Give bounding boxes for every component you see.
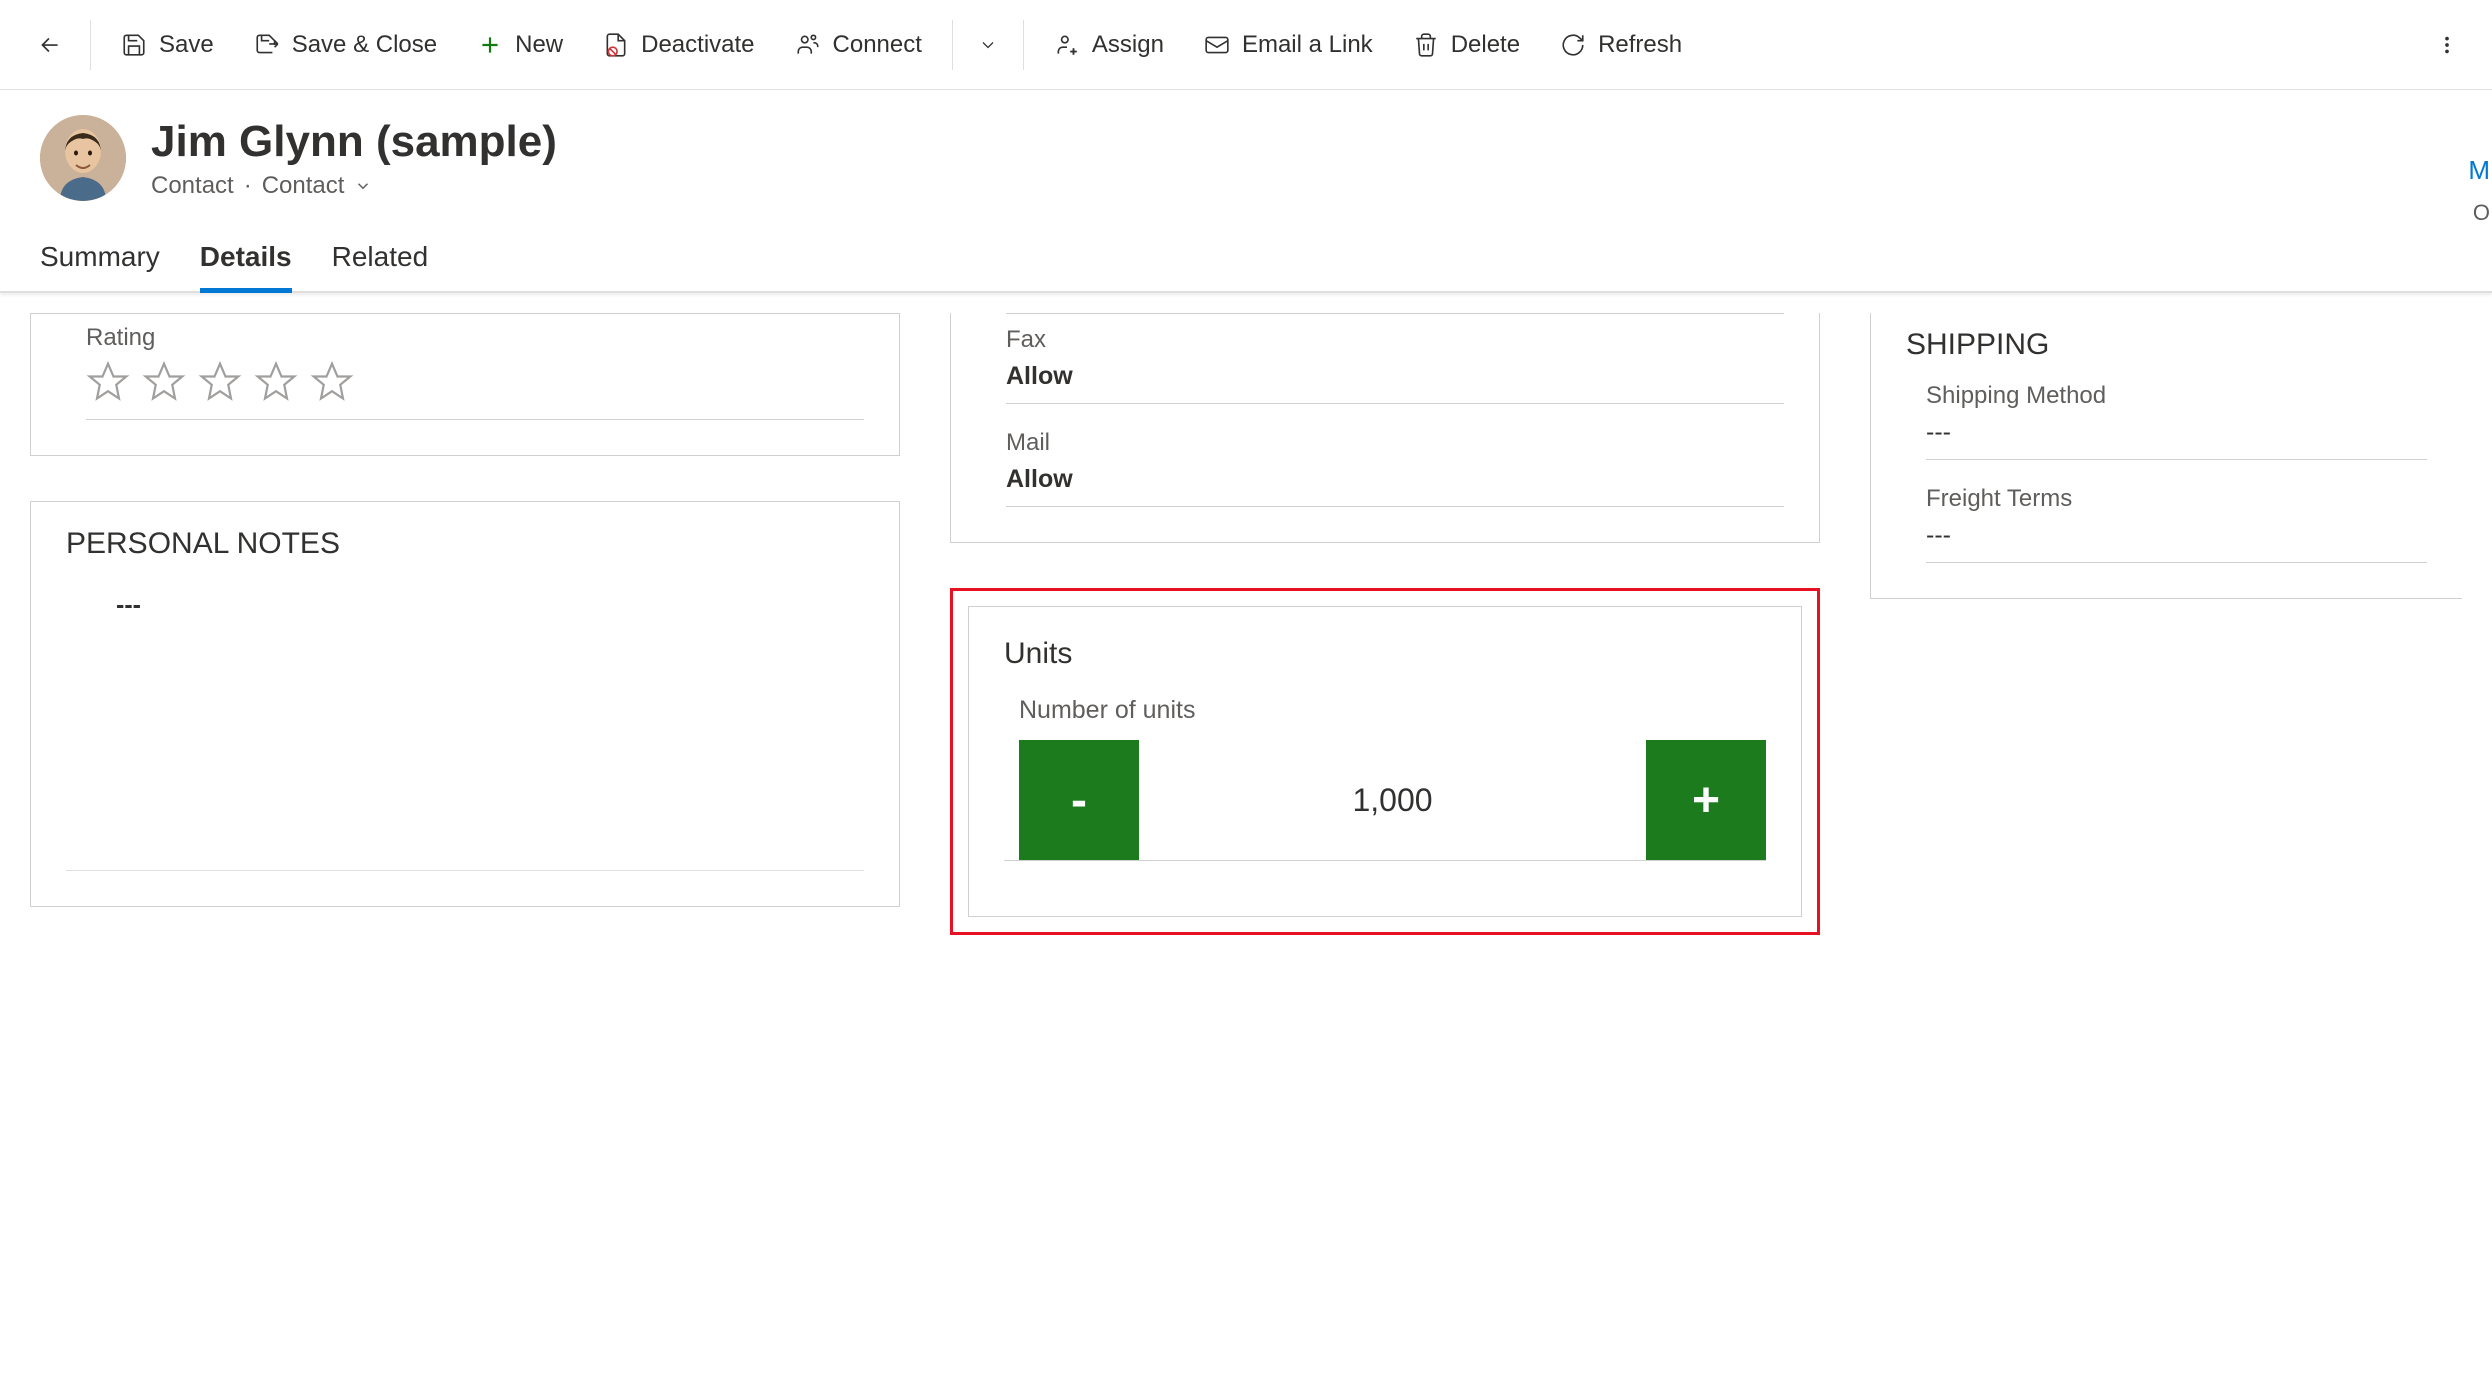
shipping-title: SHIPPING [1906, 328, 2427, 362]
units-title: Units [1004, 637, 1766, 671]
rating-label: Rating [86, 324, 864, 352]
personal-notes-value[interactable]: --- [66, 581, 864, 871]
units-stepper: - 1,000 + [1004, 740, 1766, 861]
delete-button[interactable]: Delete [1393, 15, 1540, 75]
shipping-method-label: Shipping Method [1926, 382, 2427, 410]
separator [1023, 20, 1024, 70]
new-button[interactable]: New [457, 15, 583, 75]
record-header: Jim Glynn (sample) Contact · Contact [0, 90, 2492, 211]
star-icon[interactable] [254, 360, 298, 404]
save-close-icon [254, 32, 280, 58]
delete-label: Delete [1451, 31, 1520, 59]
arrow-left-icon [37, 32, 63, 58]
save-close-label: Save & Close [292, 31, 437, 59]
email-link-label: Email a Link [1242, 31, 1373, 59]
fax-label: Fax [1006, 326, 1784, 354]
increment-button[interactable]: + [1646, 740, 1766, 860]
decrement-button[interactable]: - [1019, 740, 1139, 860]
deactivate-button[interactable]: Deactivate [583, 15, 774, 75]
personal-notes-card: PERSONAL NOTES --- [30, 501, 900, 907]
chevron-down-icon [978, 35, 998, 55]
email-icon [1204, 32, 1230, 58]
save-label: Save [159, 31, 214, 59]
connect-label: Connect [833, 31, 922, 59]
refresh-button[interactable]: Refresh [1540, 15, 1702, 75]
connect-icon [795, 32, 821, 58]
email-link-button[interactable]: Email a Link [1184, 15, 1393, 75]
units-value[interactable]: 1,000 [1139, 782, 1646, 819]
personal-notes-title: PERSONAL NOTES [66, 527, 864, 561]
units-highlight: Units Number of units - 1,000 + [950, 588, 1820, 935]
units-label: Number of units [1004, 696, 1766, 725]
new-label: New [515, 31, 563, 59]
column-2: Fax Allow Mail Allow Units Number of uni… [950, 313, 1820, 935]
plus-icon [477, 32, 503, 58]
save-button[interactable]: Save [101, 15, 234, 75]
refresh-icon [1560, 32, 1586, 58]
deactivate-label: Deactivate [641, 31, 754, 59]
record-title: Jim Glynn (sample) [151, 117, 557, 167]
freight-terms-label: Freight Terms [1926, 485, 2427, 513]
separator [90, 20, 91, 70]
shipping-method-value[interactable]: --- [1926, 418, 2427, 460]
column-3: SHIPPING Shipping Method --- Freight Ter… [1870, 313, 2462, 935]
assign-icon [1054, 32, 1080, 58]
assign-label: Assign [1092, 31, 1164, 59]
more-vertical-icon [2436, 34, 2458, 56]
trash-icon [1413, 32, 1439, 58]
cut-off-label: M [2468, 155, 2490, 186]
save-close-button[interactable]: Save & Close [234, 15, 457, 75]
chevron-down-icon[interactable] [354, 177, 372, 195]
content: Rating PERSONAL NOTES --- Fax [0, 293, 2492, 955]
avatar-image [40, 115, 126, 201]
avatar [40, 115, 126, 201]
rating-stars[interactable] [86, 360, 864, 420]
star-icon[interactable] [310, 360, 354, 404]
tab-summary[interactable]: Summary [40, 241, 160, 291]
more-commands-button[interactable] [2422, 15, 2472, 75]
rating-card: Rating [30, 313, 900, 456]
entity-name: Contact [151, 172, 234, 200]
shipping-card: SHIPPING Shipping Method --- Freight Ter… [1870, 313, 2462, 599]
units-card: Units Number of units - 1,000 + [968, 606, 1802, 917]
contact-pref-card: Fax Allow Mail Allow [950, 313, 1820, 543]
refresh-label: Refresh [1598, 31, 1682, 59]
star-icon[interactable] [142, 360, 186, 404]
star-icon[interactable] [86, 360, 130, 404]
deactivate-icon [603, 32, 629, 58]
column-1: Rating PERSONAL NOTES --- [30, 313, 900, 935]
star-icon[interactable] [198, 360, 242, 404]
separator [952, 20, 953, 70]
save-icon [121, 32, 147, 58]
form-name[interactable]: Contact [262, 172, 345, 200]
connect-button[interactable]: Connect [775, 15, 942, 75]
tabs: Summary Details Related [0, 211, 2492, 293]
fax-value[interactable]: Allow [1006, 362, 1784, 404]
mail-value[interactable]: Allow [1006, 465, 1784, 507]
connect-dropdown[interactable] [963, 15, 1013, 75]
tab-related[interactable]: Related [332, 241, 429, 291]
assign-button[interactable]: Assign [1034, 15, 1184, 75]
cut-off-label-2: O [2473, 200, 2490, 226]
command-bar: Save Save & Close New Deactivate [0, 0, 2492, 90]
record-subtitle: Contact · Contact [151, 172, 557, 200]
freight-terms-value[interactable]: --- [1926, 521, 2427, 563]
tab-details[interactable]: Details [200, 241, 292, 291]
mail-label: Mail [1006, 429, 1784, 457]
back-button[interactable] [20, 15, 80, 75]
